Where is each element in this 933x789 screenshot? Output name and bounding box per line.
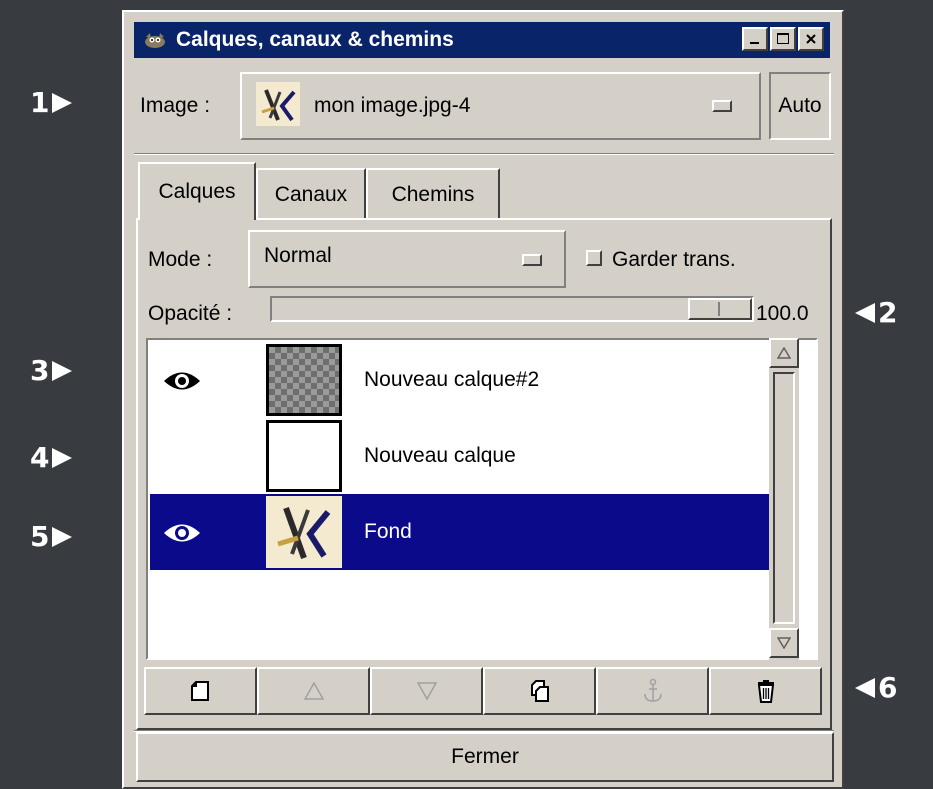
new-layer-button[interactable]: [144, 667, 257, 715]
option-menu-indicator-icon: [522, 254, 542, 266]
raise-layer-icon: [303, 681, 324, 700]
close-button[interactable]: Fermer: [136, 732, 834, 782]
annotation-6: 6: [855, 673, 897, 703]
close-icon: [806, 34, 816, 44]
maximize-icon: [777, 33, 789, 44]
lower-layer-button[interactable]: [370, 667, 483, 715]
layer-thumbnail: [266, 496, 342, 568]
annotation-5: 5: [30, 522, 73, 552]
image-thumbnail: [256, 82, 300, 126]
layer-thumbnail: [266, 344, 342, 416]
layer-name[interactable]: Nouveau calque: [364, 444, 516, 468]
tab-chemins[interactable]: Chemins: [366, 168, 500, 220]
image-selector[interactable]: mon image.jpg-4: [240, 72, 761, 140]
annotation-4: 4: [30, 443, 73, 473]
annotation-3: 3: [30, 356, 73, 386]
arrow-down-icon: [777, 637, 791, 649]
annotation-1: 1: [30, 88, 73, 118]
annotation-2: 2: [855, 298, 897, 328]
duplicate-layer-icon: [530, 680, 549, 702]
mode-selector[interactable]: Normal: [248, 230, 566, 288]
eye-icon[interactable]: [160, 518, 204, 548]
opacity-label: Opacité :: [148, 302, 233, 325]
title-bar[interactable]: Calques, canaux & chemins: [134, 22, 830, 58]
raise-layer-button[interactable]: [257, 667, 370, 715]
scroll-up-button[interactable]: [769, 338, 799, 368]
maximize-button[interactable]: [770, 27, 796, 51]
new-layer-icon: [190, 681, 209, 701]
gimp-wilber-icon: [142, 29, 168, 51]
layers-dialog-window: Calques, canaux & chemins Image : mon im…: [122, 10, 844, 789]
arrow-up-icon: [777, 347, 791, 359]
layers-scrollbar[interactable]: [769, 338, 799, 660]
option-menu-indicator-icon: [712, 100, 732, 112]
minimize-icon: [750, 42, 759, 44]
image-label: Image :: [140, 94, 211, 117]
duplicate-layer-button[interactable]: [483, 667, 596, 715]
opacity-value: 100.0: [756, 302, 809, 325]
eye-icon[interactable]: [160, 366, 204, 396]
layer-thumbnail: [266, 420, 342, 492]
delete-layer-button[interactable]: [709, 667, 822, 715]
window-title: Calques, canaux & chemins: [176, 28, 454, 51]
opacity-slider-handle[interactable]: [688, 298, 752, 320]
tab-calques[interactable]: Calques: [138, 162, 256, 220]
mode-value: Normal: [264, 244, 332, 267]
layer-row[interactable]: Nouveau calque: [150, 418, 786, 494]
layer-name[interactable]: Fond: [364, 520, 412, 544]
scroll-track[interactable]: [773, 372, 795, 624]
lower-layer-icon: [416, 682, 437, 701]
separator: [134, 153, 834, 155]
layers-toolbar: [144, 667, 824, 715]
image-name: mon image.jpg-4: [314, 94, 471, 117]
scroll-down-button[interactable]: [769, 628, 799, 658]
keep-transparency-label: Garder trans.: [612, 248, 736, 271]
layer-row[interactable]: Nouveau calque#2: [150, 342, 786, 418]
tab-canaux[interactable]: Canaux: [256, 168, 366, 220]
layer-row-selected[interactable]: Fond: [150, 494, 786, 570]
anchor-layer-icon: [643, 678, 662, 702]
delete-layer-icon: [757, 680, 774, 703]
keep-transparency-checkbox[interactable]: [586, 250, 602, 266]
layer-name[interactable]: Nouveau calque#2: [364, 368, 539, 392]
auto-button[interactable]: Auto: [769, 72, 831, 140]
anchor-layer-button[interactable]: [596, 667, 709, 715]
minimize-button[interactable]: [742, 27, 768, 51]
layers-list[interactable]: Nouveau calque#2 Nouveau calque Fond: [146, 338, 818, 660]
mode-label: Mode :: [148, 248, 213, 271]
opacity-slider[interactable]: [270, 296, 754, 322]
close-window-button[interactable]: [798, 27, 824, 51]
